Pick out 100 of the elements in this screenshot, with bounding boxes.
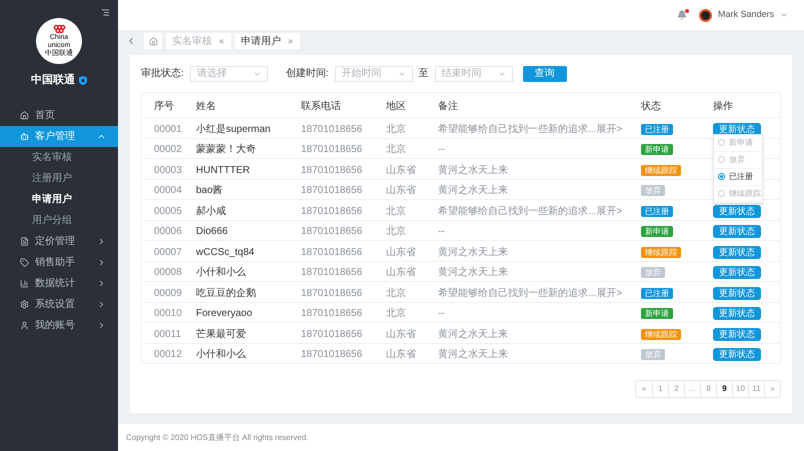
table-cell: Foreveryaoo (196, 308, 252, 320)
column-header: 序号 (154, 101, 174, 112)
column-header: 联系电话 (301, 101, 341, 112)
page-button[interactable]: 10 (732, 381, 748, 397)
table-cell: -- (438, 144, 445, 156)
select-field[interactable]: 结束时间 (434, 66, 513, 82)
table-cell: 00006 (154, 226, 182, 238)
update-status-button[interactable]: 更新状态 (713, 225, 761, 238)
table-cell: 希望能够给自己找到一些新的追求...展开> (438, 124, 622, 135)
menu-item[interactable]: 系统设置 (0, 294, 118, 314)
submenu-item[interactable]: 注册用户 (0, 168, 118, 188)
select-field[interactable]: 开始时间 (334, 66, 413, 82)
update-status-button[interactable]: 更新状态 (713, 348, 761, 362)
table-cell: 18701018656 (301, 349, 362, 360)
table-cell: 山东省 (386, 349, 416, 360)
chevron-down-icon[interactable] (780, 11, 788, 19)
table-cell: 小红是superman (196, 124, 270, 135)
filter-label: 审批状态: (141, 66, 184, 81)
status-badge: 已注册 (641, 288, 673, 299)
notification-bell-icon[interactable] (676, 10, 687, 20)
table-cell: 北京 (386, 308, 406, 320)
settings-icon (20, 300, 29, 308)
table-cell: 山东省 (386, 246, 416, 258)
table-cell: 黄河之水天上来 (438, 185, 508, 196)
table-cell: 00012 (154, 349, 182, 360)
user-name[interactable]: Mark Sanders (718, 8, 774, 22)
close-icon[interactable] (287, 38, 294, 44)
update-status-button[interactable]: 更新状态 (713, 246, 761, 259)
table-cell: 小什和小么 (196, 267, 246, 278)
menu-item[interactable]: 定价管理 (0, 230, 118, 252)
table-cell: 18701018656 (301, 206, 362, 217)
table-cell: 00002 (154, 144, 182, 156)
table-cell: 蒙蒙蒙！大奇 (196, 144, 256, 156)
menu-item[interactable]: 首页 (0, 104, 118, 126)
page-button[interactable]: ... (684, 381, 700, 397)
table-cell: bao酱 (196, 185, 223, 196)
page-button[interactable]: 8 (700, 381, 716, 397)
home-tab[interactable] (144, 33, 162, 49)
column-header: 状态 (641, 101, 661, 112)
update-status-button[interactable]: 更新状态 (713, 266, 761, 280)
table-cell: 黄河之水天上来 (438, 328, 508, 340)
menu-item[interactable]: 销售助手 (0, 252, 118, 272)
table-cell: 山东省 (386, 328, 416, 340)
table-cell: 郝小咸 (196, 206, 226, 217)
status-badge: 放弃 (641, 185, 665, 196)
radio-button[interactable] (718, 139, 725, 146)
status-badge: 放弃 (641, 267, 665, 278)
page-button[interactable]: 9 (716, 381, 732, 397)
page-tab[interactable]: 实名审核 (166, 33, 231, 49)
table-cell: 北京 (386, 226, 406, 238)
submenu-item[interactable]: 用户分组 (0, 210, 118, 230)
page-button[interactable]: « (636, 381, 652, 397)
user-icon (20, 320, 29, 330)
menu-item[interactable]: 数据统计 (0, 272, 118, 294)
status-badge: 继续跟踪 (641, 246, 681, 258)
update-status-button[interactable]: 更新状态 (713, 307, 761, 320)
menu-item[interactable]: 客户管理 (0, 126, 118, 146)
radio-button[interactable] (718, 156, 725, 164)
submenu-item[interactable]: 申请用户 (0, 188, 118, 210)
table-cell: 黄河之水天上来 (438, 164, 508, 176)
menu-icon[interactable] (101, 8, 110, 17)
knot-logo-icon (52, 24, 66, 34)
table-cell: -- (438, 226, 445, 238)
table-cell: 18701018656 (301, 144, 362, 156)
page-button[interactable]: 2 (668, 381, 684, 397)
table-cell: 18701018656 (301, 185, 362, 196)
update-status-button[interactable]: 更新状态 (713, 328, 761, 341)
query-button[interactable]: 查询 (522, 66, 567, 82)
status-badge: 已注册 (641, 206, 673, 217)
menu-item[interactable]: 我的账号 (0, 314, 118, 336)
table-cell: 北京 (386, 124, 406, 135)
table-cell: 黄河之水天上来 (438, 349, 508, 360)
update-status-button[interactable]: 更新状态 (713, 286, 761, 300)
radio-button[interactable] (718, 190, 725, 198)
page-tab[interactable]: 申请用户 (235, 33, 300, 49)
page-button[interactable]: 1 (652, 381, 668, 397)
status-option[interactable]: 继续跟踪 (714, 186, 762, 203)
table-cell: 北京 (386, 288, 406, 299)
table-cell: 18701018656 (301, 226, 362, 238)
table-cell: 山东省 (386, 185, 416, 196)
page-button[interactable]: 11 (748, 381, 764, 397)
close-icon[interactable] (218, 38, 225, 44)
status-option[interactable]: 放弃 (714, 152, 762, 169)
update-status-button[interactable]: 更新状态 (713, 122, 761, 136)
radio-button[interactable] (718, 173, 725, 180)
table-cell: 00011 (154, 328, 182, 340)
page-button[interactable]: » (764, 381, 780, 397)
select-field[interactable]: 请选择 (190, 66, 268, 82)
table-cell: -- (438, 308, 445, 320)
table-cell: 芒果最可爱 (196, 328, 246, 340)
status-badge: 已注册 (641, 124, 673, 135)
table-cell: 小什和小么 (196, 349, 246, 360)
robot-icon (20, 132, 29, 140)
table-cell: 黄河之水天上来 (438, 267, 508, 278)
submenu-item[interactable]: 实名审核 (0, 146, 118, 168)
status-option[interactable]: 已注册 (714, 168, 762, 186)
status-option[interactable]: 新申请 (714, 134, 762, 152)
update-status-button[interactable]: 更新状态 (713, 204, 761, 218)
column-header: 姓名 (196, 101, 216, 112)
column-header: 地区 (386, 101, 406, 112)
